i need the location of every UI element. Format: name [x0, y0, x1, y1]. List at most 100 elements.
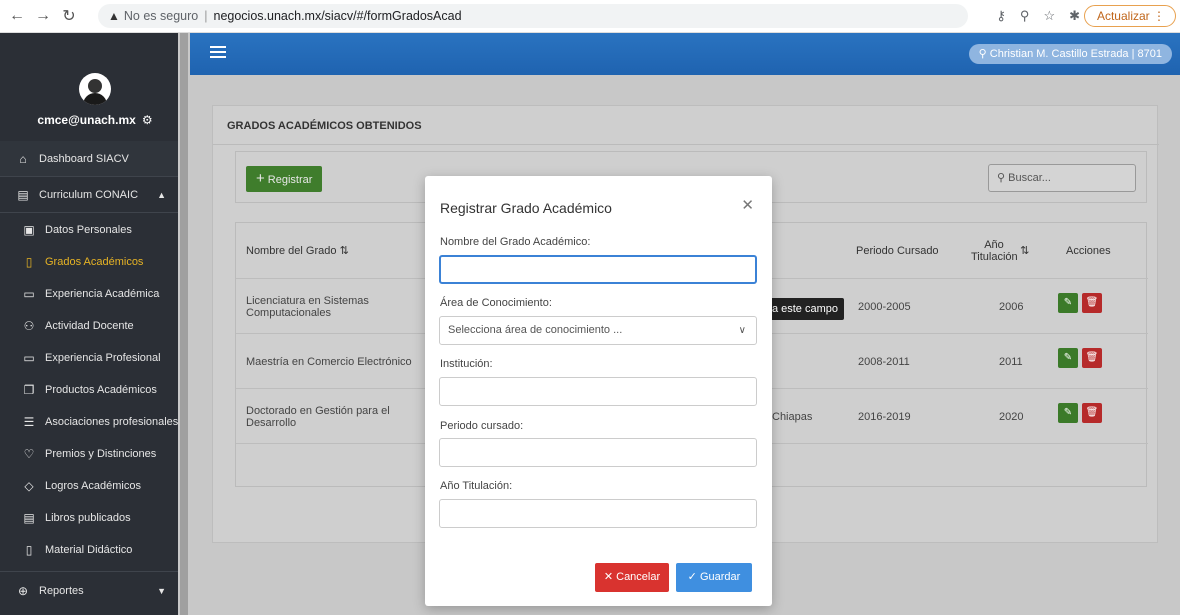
x-icon: ✕ [603, 571, 617, 583]
save-button[interactable]: ✓ Guardar [676, 563, 752, 592]
area-placeholder: Selecciona área de conocimiento ... [448, 324, 623, 336]
cell-period: 2016-2019 [858, 410, 911, 423]
save-label: Guardar [699, 571, 741, 583]
sidebar-item-label: Reportes [39, 584, 84, 597]
sort-icon[interactable]: ⇅ [1020, 244, 1029, 257]
user-icon: ⚲ [978, 48, 990, 60]
sidebar-scrollbar[interactable] [178, 33, 190, 615]
grade-name-input[interactable] [439, 255, 757, 284]
sidebar-item-experiencia-profesional[interactable]: ▭ Experiencia Profesional [0, 341, 190, 373]
trash-icon[interactable]: 🗑 [1082, 293, 1102, 313]
forward-icon[interactable]: → [34, 7, 52, 25]
cell-period: 2000-2005 [858, 300, 911, 313]
sidebar-item-grados-academicos[interactable]: ▯ Grados Académicos [0, 245, 190, 277]
user-badge[interactable]: ⚲ Christian M. Castillo Estrada | 8701 [968, 44, 1172, 64]
sidebar-item-label: Libros publicados [45, 511, 131, 524]
window-icon: ▭ [23, 350, 35, 365]
top-navbar: ⚲ Christian M. Castillo Estrada | 8701 [190, 33, 1180, 75]
sidebar-item-label: Material Didáctico [45, 543, 133, 556]
cell-period: 2008-2011 [858, 355, 910, 368]
sidebar-item-label: Dashboard SIACV [39, 153, 129, 165]
sidebar-item-label: Actividad Docente [45, 319, 134, 332]
cell-year: 2006 [999, 300, 1024, 313]
sidebar-item-experiencia-academica[interactable]: ▭ Experiencia Académica [0, 277, 190, 309]
sidebar-item-libros[interactable]: ▤ Libros publicados [0, 501, 190, 533]
gear-icon[interactable]: ⚙ [142, 113, 153, 127]
sidebar-item-productos-academicos[interactable]: ❐ Productos Académicos [0, 373, 190, 405]
globe-icon: ⊕ [17, 583, 29, 598]
cell-name: Maestría en Comercio Electrónico [246, 355, 412, 368]
edit-icon[interactable]: ✎ [1058, 403, 1078, 423]
users-icon: ⚇ [23, 318, 35, 333]
book-icon: ▤ [23, 510, 35, 525]
sidebar-group-curriculum[interactable]: ▤ Curriculum CONAIC ▲ [0, 177, 190, 213]
register-button[interactable]: + Registrar [246, 166, 323, 192]
close-icon[interactable]: ✕ [741, 196, 754, 214]
header-label: Periodo Cursado [856, 244, 939, 257]
modal-title: Registrar Grado Académico [440, 200, 612, 216]
puzzle-icon[interactable]: ✱ [1069, 8, 1080, 24]
institution-label: Institución: [440, 358, 493, 370]
sidebar-item-premios[interactable]: ♡ Premios y Distinciones [0, 437, 190, 469]
back-icon[interactable]: ← [8, 7, 26, 25]
sidebar-item-datos-personales[interactable]: ▣ Datos Personales [0, 213, 190, 245]
institution-input[interactable] [439, 377, 757, 406]
sidebar-item-reportes[interactable]: ⊕ Reportes ▼ [0, 571, 190, 609]
header-label: Año Titulación [971, 238, 1018, 263]
address-bar[interactable]: ▲ No es seguro | negocios.unach.mx/siacv… [98, 4, 968, 28]
browser-toolbar: ← → ↻ ▲ No es seguro | negocios.unach.mx… [0, 0, 1180, 33]
trash-icon[interactable]: 🗑 [1082, 403, 1102, 423]
sidebar-group-label: Curriculum CONAIC [39, 189, 139, 201]
trash-icon[interactable]: 🗑 [1082, 348, 1102, 368]
sidebar-item-asociaciones[interactable]: ☰ Asociaciones profesionales [0, 405, 190, 437]
sidebar-item-material[interactable]: ▯ Material Didáctico [0, 533, 190, 565]
name-label: Nombre del Grado Académico: [440, 236, 591, 248]
cancel-button[interactable]: ✕ Cancelar [595, 563, 669, 592]
year-input[interactable] [439, 499, 757, 528]
search-icon: ⚲ [997, 172, 1009, 184]
sidebar-item-label: Premios y Distinciones [45, 447, 157, 460]
sidebar-item-label: Asociaciones profesionales [45, 415, 179, 428]
column-header-name[interactable]: Nombre del Grado ⇅ [246, 223, 349, 278]
update-label: Actualizar [1096, 9, 1150, 23]
sidebar: cmce@unach.mx ⚙ ⌂ Dashboard SIACV ▤ Curri… [0, 33, 190, 615]
file-icon: ▯ [25, 542, 33, 557]
sidebar-item-dashboard[interactable]: ⌂ Dashboard SIACV [0, 141, 190, 177]
tag-icon: ◇ [24, 478, 34, 493]
update-button[interactable]: Actualizar ⋮ [1083, 5, 1176, 27]
sort-icon[interactable]: ⇅ [340, 244, 349, 257]
home-icon: ⌂ [19, 152, 27, 166]
column-header-actions: Acciones [1066, 223, 1111, 278]
plus-icon: + [256, 170, 265, 187]
url-text: negocios.unach.mx/siacv/#/formGradosAcad [213, 9, 462, 23]
cell-year: 2020 [999, 410, 1024, 423]
chevron-down-icon: ∨ [738, 325, 746, 336]
scrollbar-thumb[interactable] [180, 33, 188, 615]
chevron-up-icon: ▲ [157, 190, 166, 200]
register-label: Registrar [267, 174, 313, 186]
zoom-icon[interactable]: ⚲ [1020, 8, 1030, 24]
column-header-year[interactable]: Año Titulación ⇅ [971, 223, 1051, 278]
bookmark-icon: ▯ [25, 254, 33, 269]
period-input[interactable] [439, 438, 757, 467]
year-label: Año Titulación: [440, 480, 513, 492]
key-icon[interactable]: ⚷ [996, 8, 1006, 24]
sidebar-item-label: Datos Personales [45, 223, 132, 236]
reload-icon[interactable]: ↻ [60, 6, 78, 26]
list-icon: ☰ [23, 414, 35, 429]
register-modal: Registrar Grado Académico ✕ Nombre del G… [425, 176, 772, 606]
cell-institution: Chiapas [772, 410, 813, 423]
id-card-icon: ▤ [17, 188, 29, 202]
sidebar-item-logros[interactable]: ◇ Logros Académicos [0, 469, 190, 501]
column-header-period: Periodo Cursado [856, 223, 939, 278]
sidebar-item-actividad-docente[interactable]: ⚇ Actividad Docente [0, 309, 190, 341]
edit-icon[interactable]: ✎ [1058, 293, 1078, 313]
star-icon[interactable]: ☆ [1043, 8, 1055, 24]
area-select[interactable]: Selecciona área de conocimiento ... ∨ [439, 316, 757, 345]
edit-icon[interactable]: ✎ [1058, 348, 1078, 368]
id-card-icon: ▣ [23, 222, 35, 237]
search-input[interactable]: ⚲ Buscar... [988, 164, 1136, 192]
user-name: Christian M. Castillo Estrada | 8701 [989, 48, 1162, 60]
menu-icon[interactable] [210, 46, 226, 58]
header-label: Nombre del Grado [246, 244, 337, 257]
